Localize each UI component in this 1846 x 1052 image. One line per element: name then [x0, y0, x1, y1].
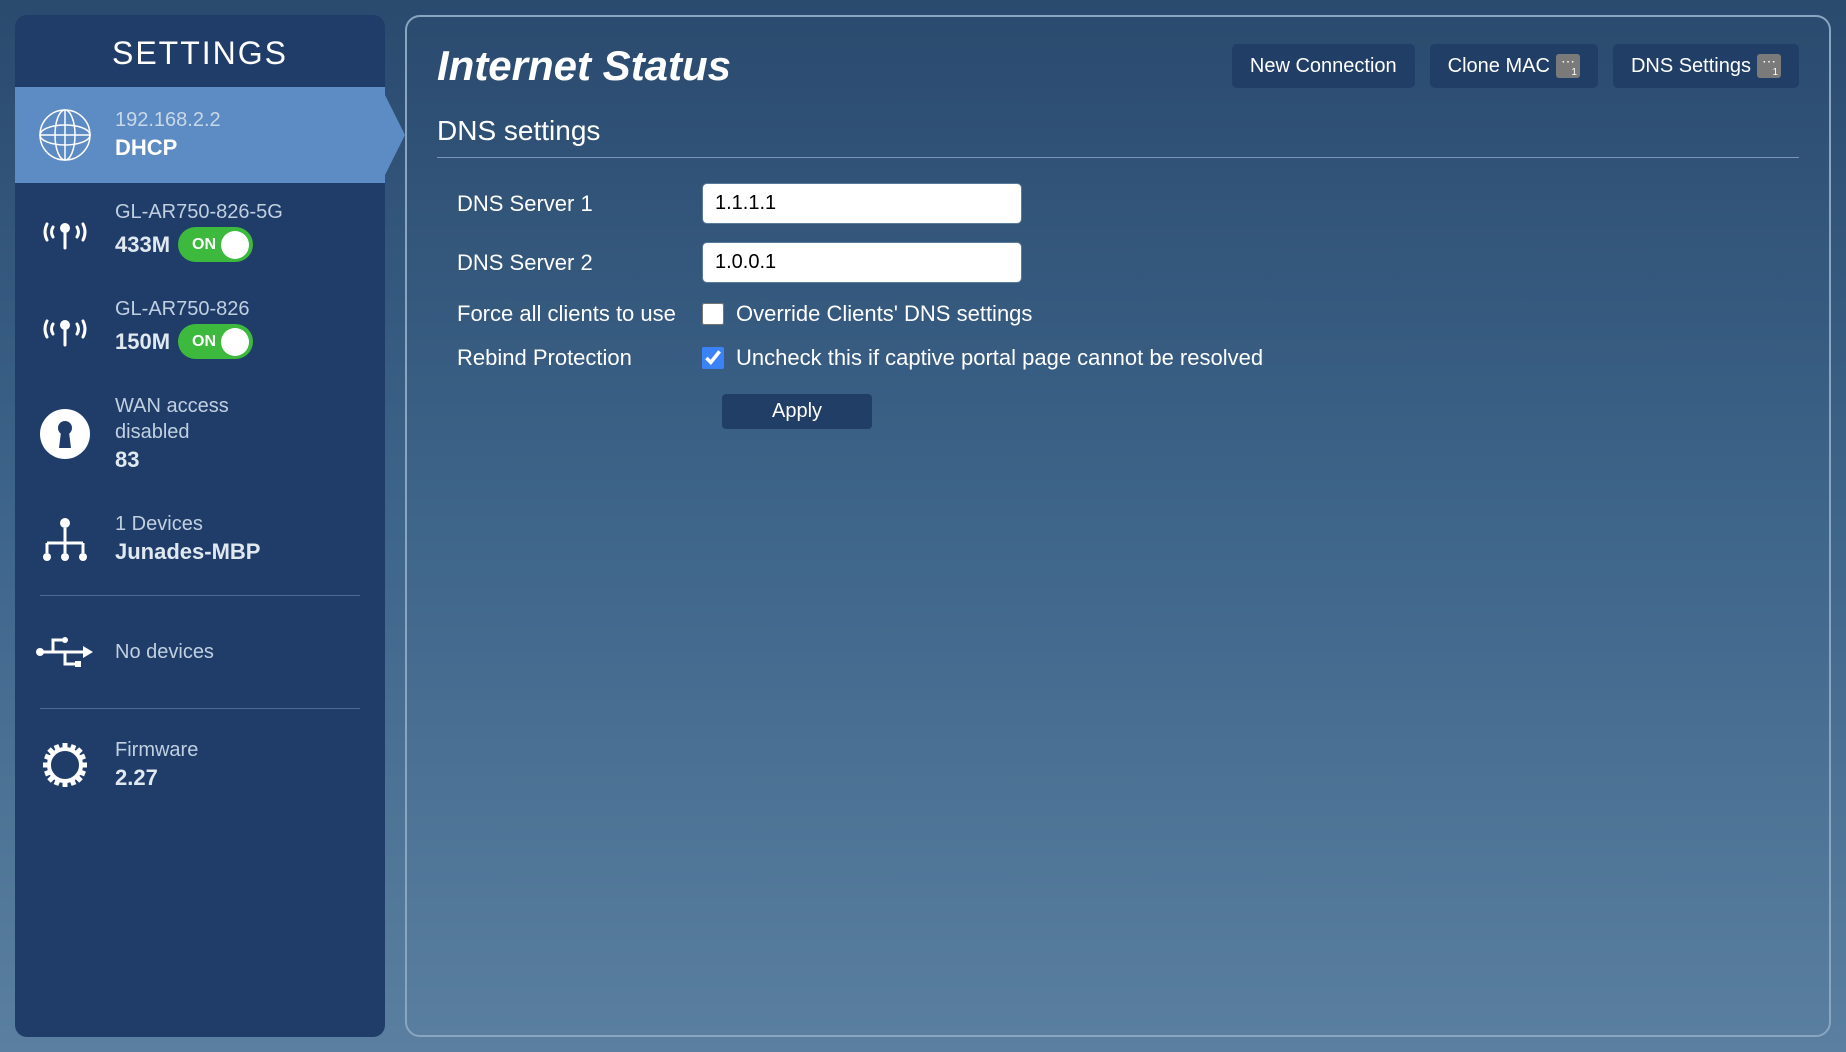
- sidebar-item-label: GL-AR750-826-5G: [115, 201, 365, 224]
- dns2-label: DNS Server 2: [437, 250, 687, 276]
- dns1-input[interactable]: [702, 183, 1022, 224]
- sidebar-title: SETTINGS: [15, 15, 385, 87]
- info-icon: [1556, 54, 1580, 78]
- button-label: Clone MAC: [1448, 55, 1550, 78]
- force-clients-label: Force all clients to use: [437, 301, 687, 327]
- clone-mac-button[interactable]: Clone MAC: [1430, 44, 1598, 88]
- sidebar-item-internet[interactable]: 192.168.2.2 DHCP: [15, 87, 385, 183]
- wifi-icon: [35, 202, 95, 262]
- keyhole-icon: [35, 404, 95, 464]
- network-icon: [35, 509, 95, 569]
- force-clients-checkbox[interactable]: [702, 303, 724, 325]
- wifi-icon: [35, 299, 95, 359]
- section-divider: [437, 157, 1799, 158]
- sidebar-item-label: GL-AR750-826: [115, 298, 365, 321]
- divider: [40, 595, 360, 596]
- apply-button[interactable]: Apply: [722, 394, 872, 429]
- toggle-label: ON: [192, 333, 216, 351]
- sidebar: SETTINGS 192.168.2.2 DHCP: [15, 15, 385, 1037]
- new-connection-button[interactable]: New Connection: [1232, 44, 1415, 88]
- sidebar-item-sublabel: 433M: [115, 232, 170, 258]
- sidebar-item-label: 192.168.2.2: [115, 109, 365, 132]
- page-title: Internet Status: [437, 42, 731, 90]
- dns-settings-button[interactable]: DNS Settings: [1613, 44, 1799, 88]
- sidebar-item-sublabel: Junades-MBP: [115, 539, 365, 565]
- section-title: DNS settings: [437, 115, 1799, 147]
- main-panel: Internet Status New Connection Clone MAC…: [405, 15, 1831, 1037]
- wifi-2g-toggle[interactable]: ON: [178, 324, 253, 359]
- sidebar-item-sublabel: DHCP: [115, 135, 365, 161]
- sidebar-item-devices[interactable]: 1 Devices Junades-MBP: [15, 491, 385, 587]
- sidebar-item-label: No devices: [115, 641, 365, 664]
- gear-icon: [35, 735, 95, 795]
- sidebar-item-vpn[interactable]: WAN access disabled 83: [15, 377, 385, 491]
- sidebar-item-label: Firmware: [115, 739, 365, 762]
- rebind-checkbox[interactable]: [702, 347, 724, 369]
- rebind-text: Uncheck this if captive portal page cann…: [736, 345, 1263, 371]
- usb-icon: [35, 622, 95, 682]
- globe-icon: [35, 105, 95, 165]
- rebind-label: Rebind Protection: [437, 345, 687, 371]
- sidebar-item-sublabel: 83: [115, 447, 365, 473]
- toggle-label: ON: [192, 236, 216, 254]
- sidebar-item-label: WAN access: [115, 395, 365, 418]
- wifi-5g-toggle[interactable]: ON: [178, 227, 253, 262]
- dns1-label: DNS Server 1: [437, 191, 687, 217]
- sidebar-item-label: 1 Devices: [115, 513, 365, 536]
- sidebar-item-sublabel: 150M: [115, 329, 170, 355]
- sidebar-item-label2: disabled: [115, 421, 365, 444]
- sidebar-item-usb[interactable]: No devices: [15, 604, 385, 700]
- dns2-input[interactable]: [702, 242, 1022, 283]
- sidebar-item-sublabel: 2.27: [115, 765, 365, 791]
- divider: [40, 708, 360, 709]
- sidebar-item-firmware[interactable]: Firmware 2.27: [15, 717, 385, 813]
- info-icon: [1757, 54, 1781, 78]
- button-label: DNS Settings: [1631, 55, 1751, 78]
- button-label: New Connection: [1250, 55, 1397, 78]
- sidebar-item-wifi-2g[interactable]: GL-AR750-826 150M ON: [15, 280, 385, 377]
- sidebar-item-wifi-5g[interactable]: GL-AR750-826-5G 433M ON: [15, 183, 385, 280]
- force-clients-text: Override Clients' DNS settings: [736, 301, 1032, 327]
